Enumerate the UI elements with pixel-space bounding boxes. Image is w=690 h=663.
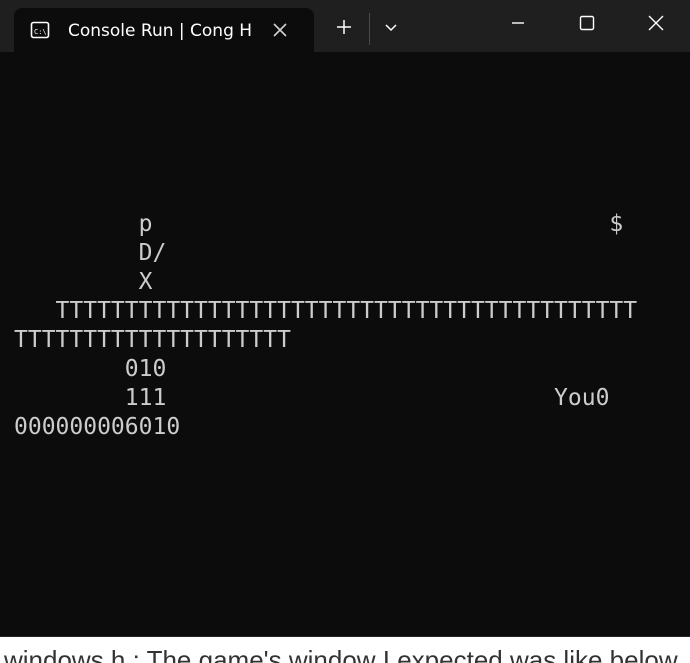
terminal-output[interactable]: p $ D/ X TTTTTTTTTTTTTTTTTTTTTTTTTTTTTTT… xyxy=(14,210,643,442)
tab-dropdown-button[interactable] xyxy=(371,10,411,44)
terminal-line: TTTTTTTTTTTTTTTTTTTT xyxy=(14,327,291,353)
background-page-sentence: windows.h : The game's window I expected… xyxy=(4,645,684,663)
minimize-button[interactable] xyxy=(484,0,552,46)
terminal-window: C:\ Console Run | Cong H p $ D/ X TTTTTT… xyxy=(0,0,690,663)
close-window-button[interactable] xyxy=(622,0,690,46)
plus-icon xyxy=(337,20,351,34)
minimize-icon xyxy=(512,22,524,24)
maximize-icon xyxy=(579,15,595,31)
terminal-line: p $ xyxy=(14,211,624,237)
titlebar-divider xyxy=(369,13,370,45)
terminal-icon: C:\ xyxy=(30,21,50,39)
terminal-line: 000000006010 xyxy=(14,414,181,440)
title-bar[interactable]: C:\ Console Run | Cong H xyxy=(0,0,690,52)
window-bottom-border xyxy=(0,636,690,637)
terminal-line: 010 xyxy=(14,356,167,382)
chevron-down-icon xyxy=(385,24,397,32)
maximize-button[interactable] xyxy=(553,0,621,46)
tab-console-run[interactable]: C:\ Console Run | Cong H xyxy=(14,8,314,52)
svg-text:C:\: C:\ xyxy=(34,28,47,36)
terminal-line: X xyxy=(14,269,153,295)
close-icon[interactable] xyxy=(270,20,290,40)
new-tab-button[interactable] xyxy=(324,10,364,44)
close-icon xyxy=(648,15,664,31)
terminal-line: 111 You0 xyxy=(14,385,610,411)
terminal-line: TTTTTTTTTTTTTTTTTTTTTTTTTTTTTTTTTTTTTTTT… xyxy=(14,298,638,324)
background-page-text: windows.h : The game's window I expected… xyxy=(0,636,690,663)
tab-title: Console Run | Cong H xyxy=(68,21,253,41)
terminal-line: D/ xyxy=(14,240,167,266)
